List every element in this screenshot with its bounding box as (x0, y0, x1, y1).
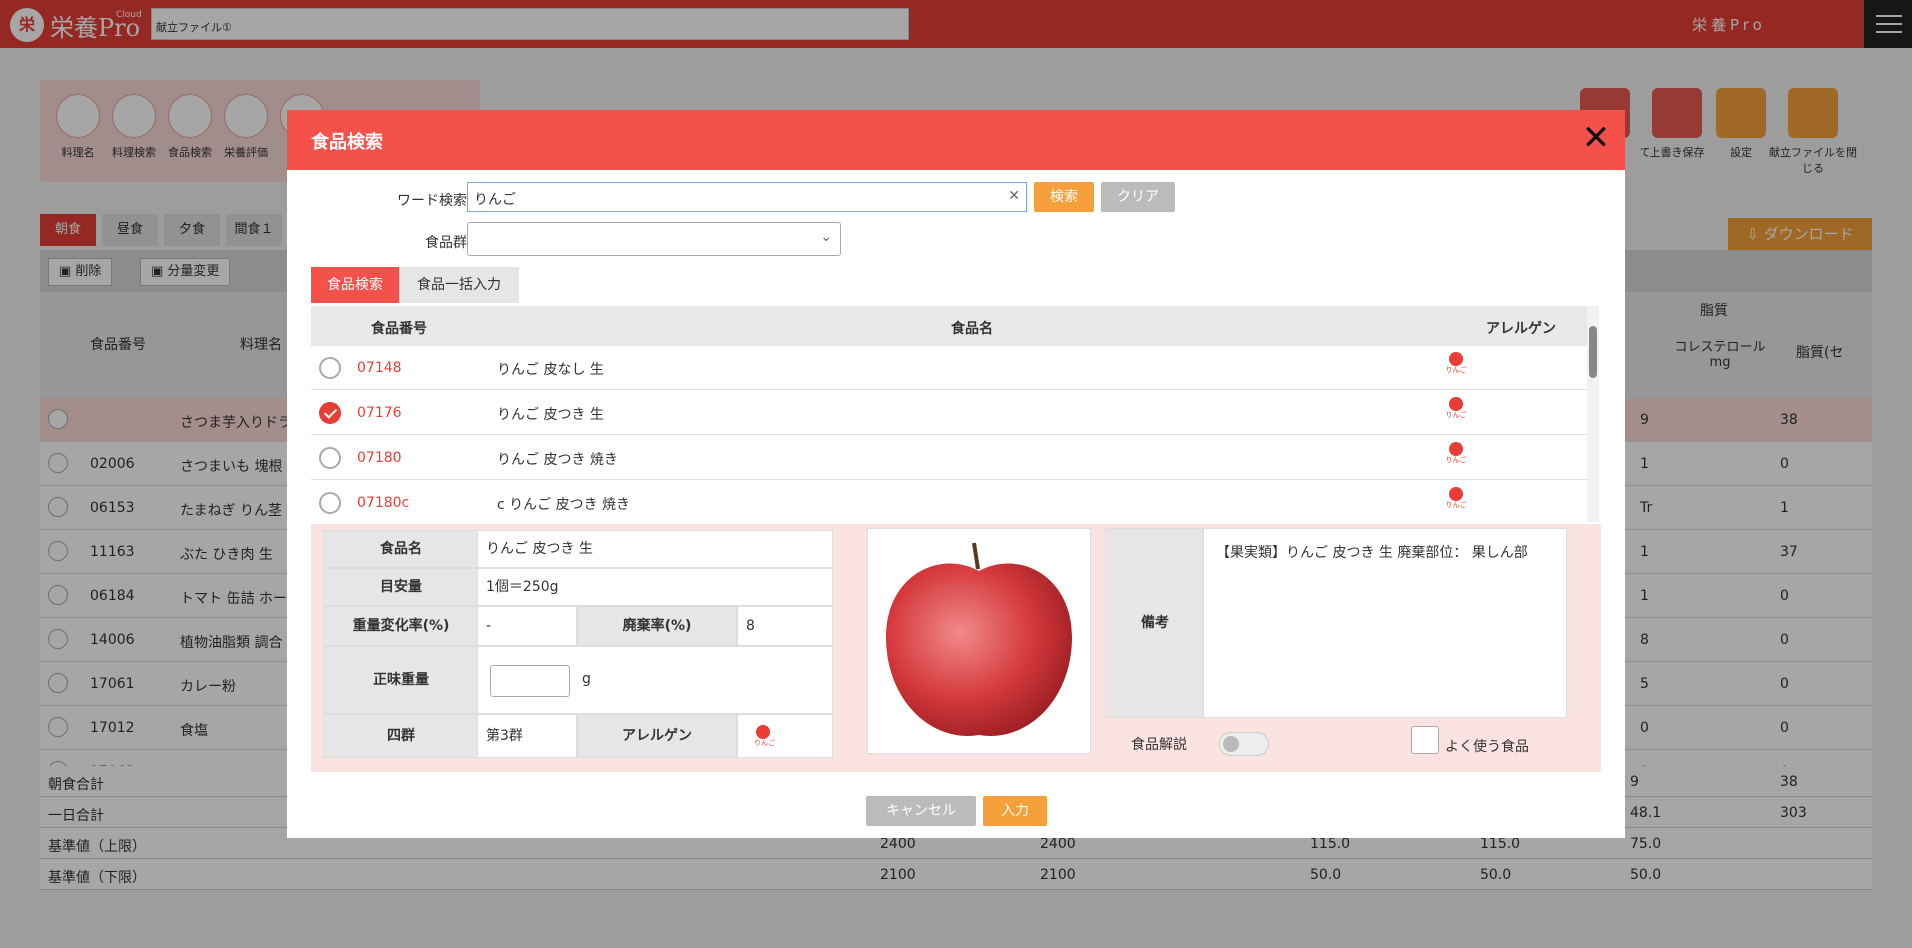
detail-note-text[interactable]: 【果実類】りんご 皮つき 生 廃棄部位： 果しん部 (1203, 528, 1567, 718)
result-code[interactable]: 07176 (357, 405, 402, 421)
result-code[interactable]: 07148 (357, 360, 402, 376)
allergen-tag: りんご (1445, 456, 1467, 464)
clear-x-icon[interactable]: ✕ (1008, 188, 1020, 204)
tab-bulk-input[interactable]: 食品一括入力 (399, 267, 519, 303)
apple-icon (1449, 442, 1463, 456)
clear-button[interactable]: クリア (1101, 182, 1175, 212)
result-name: c りんご 皮つき 焼き (497, 497, 631, 513)
detail-measure-value: 1個＝250g (477, 568, 833, 606)
result-name: りんご 皮つき 焼き (497, 452, 618, 468)
col-code: 食品番号 (371, 321, 427, 337)
word-search-value: りんご (474, 192, 516, 208)
result-allergen: りんご (1441, 352, 1471, 375)
detail-name-label: 食品名 (323, 530, 479, 568)
close-icon[interactable]: ✕ (1579, 121, 1613, 156)
detail-name-value: りんご 皮つき 生 (477, 530, 833, 568)
detail-weight-change-label: 重量変化率(%) (323, 606, 479, 646)
favorite-checkbox[interactable] (1411, 726, 1439, 754)
results-table: 食品番号 食品名 アレルゲン 07148 りんご 皮なし 生りんご 07176 りんご… (311, 306, 1587, 522)
allergen-tag: りんご (1445, 501, 1467, 509)
food-detail-panel: 食品名 りんご 皮つき 生 目安量 1個＝250g 重量変化率(%) - 廃棄率… (311, 524, 1601, 772)
detail-weight-change-value: - (477, 606, 577, 646)
col-name: 食品名 (951, 321, 993, 337)
food-explain-toggle[interactable] (1219, 732, 1269, 756)
food-photo (867, 528, 1091, 754)
allergen-tag: りんご (1445, 411, 1467, 419)
result-row[interactable]: 07180c c りんご 皮つき 焼き りんご (311, 481, 1587, 522)
result-row[interactable]: 07176 りんご 皮つき 生 りんご (311, 391, 1587, 435)
apple-photo (886, 542, 1072, 736)
apple-icon (1449, 487, 1463, 501)
result-allergen: りんご (1441, 487, 1471, 510)
food-search-dialog: 食品検索 ✕ ワード検索 りんご ✕ 検索 クリア 食品群 ⌄ 食品検索 食品一… (287, 110, 1625, 838)
allergen-tag: りんご (754, 739, 775, 747)
result-code[interactable]: 07180 (357, 450, 402, 466)
favorite-label: よく使う食品 (1445, 739, 1529, 755)
allergen-tag: りんご (1445, 366, 1467, 374)
detail-net-weight-cell: g (477, 646, 833, 714)
enter-button[interactable]: 入力 (983, 796, 1047, 826)
result-allergen: りんご (1441, 397, 1471, 420)
dialog-header: 食品検索 ✕ (287, 110, 1625, 170)
food-group-label: 食品群 (425, 235, 467, 251)
col-allergen: アレルゲン (1486, 321, 1556, 337)
chevron-down-icon: ⌄ (820, 229, 832, 245)
net-weight-input[interactable] (490, 665, 570, 697)
result-name: りんご 皮なし 生 (497, 362, 604, 378)
detail-measure-label: 目安量 (323, 568, 479, 606)
detail-group4-value: 第3群 (477, 714, 577, 758)
toggle-knob (1223, 736, 1239, 752)
result-row[interactable]: 07180 りんご 皮つき 焼き りんご (311, 436, 1587, 480)
detail-net-weight-label: 正味重量 (323, 646, 479, 714)
detail-note-label: 備考 (1105, 528, 1205, 718)
result-radio[interactable] (319, 402, 341, 424)
results-scrollbar[interactable] (1587, 306, 1599, 522)
food-explain-label: 食品解説 (1131, 737, 1187, 753)
result-radio[interactable] (319, 492, 341, 514)
result-row[interactable]: 07148 りんご 皮なし 生 りんご (311, 346, 1587, 390)
apple-icon (1449, 352, 1463, 366)
result-allergen: りんご (1441, 442, 1471, 465)
detail-allergen-label: アレルゲン (577, 714, 737, 758)
detail-waste-label: 廃棄率(%) (577, 606, 737, 646)
tab-food-search[interactable]: 食品検索 (311, 267, 399, 303)
result-name: りんご 皮つき 生 (497, 407, 604, 423)
detail-allergen-value: りんご (737, 714, 833, 758)
apple-icon (1449, 397, 1463, 411)
result-code[interactable]: 07180c (357, 495, 409, 511)
word-search-input[interactable]: りんご ✕ (467, 182, 1027, 212)
results-header: 食品番号 食品名 アレルゲン (311, 306, 1587, 346)
result-radio[interactable] (319, 447, 341, 469)
cancel-button[interactable]: キャンセル (866, 796, 976, 826)
result-radio[interactable] (319, 357, 341, 379)
word-search-label: ワード検索 (397, 193, 467, 209)
food-group-select[interactable]: ⌄ (467, 222, 841, 256)
apple-icon (756, 725, 770, 739)
dialog-title: 食品検索 (311, 132, 383, 153)
scroll-thumb[interactable] (1589, 326, 1597, 378)
detail-waste-value: 8 (737, 606, 833, 646)
search-button[interactable]: 検索 (1034, 182, 1094, 212)
detail-group4-label: 四群 (323, 714, 479, 758)
net-weight-unit: g (582, 671, 591, 687)
